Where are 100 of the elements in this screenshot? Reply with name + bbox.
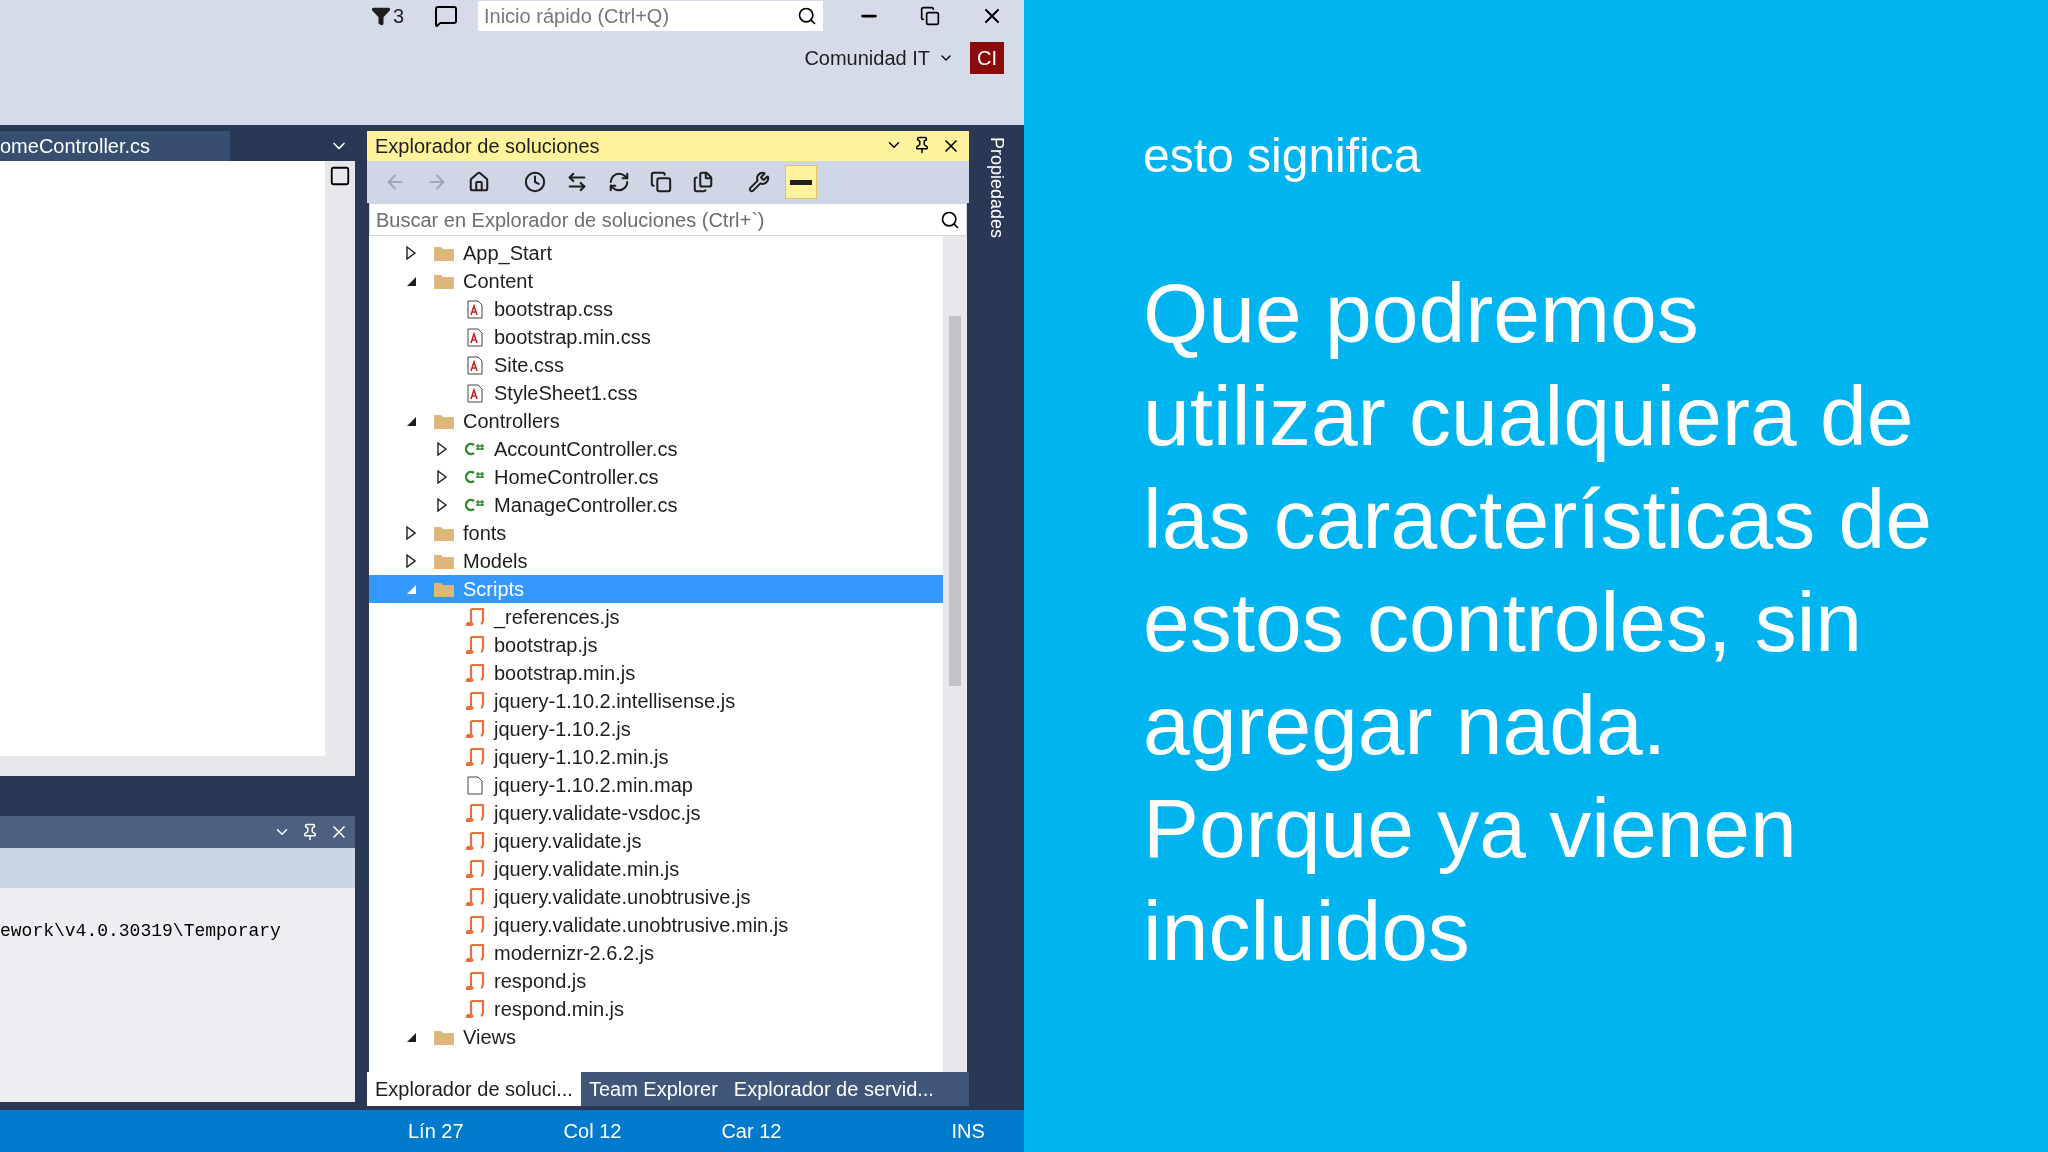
caption-line: Porque ya vienen xyxy=(1143,780,1798,877)
expand-triangle-icon[interactable] xyxy=(406,554,416,568)
tree-item[interactable]: bootstrap.js xyxy=(369,631,943,659)
item-label: _references.js xyxy=(494,605,620,631)
swap-arrows-icon xyxy=(566,171,588,193)
item-label: jquery.validate.min.js xyxy=(494,857,680,882)
status-text: Car 12 xyxy=(721,1119,782,1144)
item-label: jquery-1.10.2.intellisense.js xyxy=(494,689,736,714)
panel-tab[interactable]: Explorador de servid... xyxy=(725,1072,942,1106)
tree-item[interactable]: jquery-1.10.2.min.map xyxy=(369,771,943,799)
tree-item[interactable]: App_Start xyxy=(369,239,943,267)
tree-item[interactable]: jquery.validate.unobtrusive.min.js xyxy=(369,911,943,939)
tree-item[interactable]: Controllers xyxy=(369,407,943,435)
notification-count: 3 xyxy=(392,4,404,29)
tree-item[interactable]: jquery-1.10.2.intellisense.js xyxy=(369,687,943,715)
tree-item[interactable]: Content xyxy=(369,267,943,295)
editor-tab[interactable]: omeController.cs xyxy=(0,131,230,161)
filter-icon[interactable] xyxy=(370,6,391,26)
tree-item[interactable]: bootstrap.css xyxy=(369,295,943,323)
item-label: AccountController.cs xyxy=(494,437,678,462)
tree-item[interactable]: jquery.validate.min.js xyxy=(369,855,943,883)
panel-title: Explorador de soluciones xyxy=(375,134,600,159)
csharp-icon xyxy=(465,498,485,512)
feedback-icon[interactable] xyxy=(434,4,458,28)
tree-item[interactable]: StyleSheet1.css xyxy=(369,379,943,407)
expand-triangle-icon[interactable] xyxy=(437,442,447,456)
folder-icon xyxy=(433,524,455,542)
pin-icon[interactable] xyxy=(913,136,931,154)
stacked-windows-icon xyxy=(650,171,672,193)
tree-item[interactable]: jquery.validate.unobtrusive.js xyxy=(369,883,943,911)
script-icon xyxy=(465,663,485,683)
pin-icon[interactable] xyxy=(301,823,319,841)
script-icon xyxy=(465,915,485,935)
search-icon[interactable] xyxy=(797,6,817,26)
account-avatar[interactable]: CI xyxy=(970,42,1004,74)
tree-item[interactable]: bootstrap.min.js xyxy=(369,659,943,687)
account-name[interactable]: Comunidad IT xyxy=(804,43,930,73)
expand-triangle-icon[interactable] xyxy=(437,498,447,512)
panel-tab[interactable]: Explorador de soluci... xyxy=(367,1072,581,1106)
folder-icon xyxy=(433,244,455,262)
tree-item[interactable]: Views xyxy=(369,1023,943,1051)
folder-icon xyxy=(433,1028,455,1046)
item-label: App_Start xyxy=(463,241,552,267)
item-label: bootstrap.min.css xyxy=(494,325,651,350)
item-label: StyleSheet1.css xyxy=(494,381,638,406)
collapse-triangle-icon[interactable] xyxy=(405,275,417,287)
expand-triangle-icon[interactable] xyxy=(437,470,447,484)
collapse-triangle-icon[interactable] xyxy=(405,415,417,427)
item-label: bootstrap.css xyxy=(494,297,613,322)
tree-item[interactable]: AccountController.cs xyxy=(369,435,943,463)
folder-icon xyxy=(433,272,455,290)
tree-item[interactable]: respond.js xyxy=(369,967,943,995)
script-icon xyxy=(465,971,485,991)
tree-item[interactable]: fonts xyxy=(369,519,943,547)
stylesheet-icon xyxy=(467,299,483,319)
tree-item[interactable]: jquery-1.10.2.js xyxy=(369,715,943,743)
expand-triangle-icon[interactable] xyxy=(406,526,416,540)
item-label: Scripts xyxy=(463,577,525,602)
script-icon xyxy=(465,887,485,907)
tree-item[interactable]: respond.min.js xyxy=(369,995,943,1023)
tree-item[interactable]: jquery.validate.js xyxy=(369,827,943,855)
caption-line: utilizar cualquiera de xyxy=(1143,368,1915,465)
tree-item[interactable]: ManageController.cs xyxy=(369,491,943,519)
item-label: ManageController.cs xyxy=(494,493,678,518)
dash-button[interactable] xyxy=(785,165,817,199)
caption-line: las características de xyxy=(1143,471,1933,568)
script-icon xyxy=(465,747,485,767)
tree-item[interactable]: Models xyxy=(369,547,943,575)
caption-line: Que podremos xyxy=(1143,265,1700,362)
dash-icon xyxy=(790,179,812,185)
item-label: jquery-1.10.2.min.map xyxy=(494,773,693,798)
search-icon[interactable] xyxy=(940,209,960,230)
item-label: Site.css xyxy=(494,353,565,378)
tree-item[interactable]: Site.css xyxy=(369,351,943,379)
item-label: jquery-1.10.2.min.js xyxy=(494,745,669,770)
script-icon xyxy=(465,691,485,711)
item-label: respond.js xyxy=(494,969,587,994)
stylesheet-icon xyxy=(467,327,483,347)
status-text: Col 12 xyxy=(563,1119,622,1144)
expand-triangle-icon[interactable] xyxy=(406,246,416,260)
tree-item[interactable]: jquery-1.10.2.min.js xyxy=(369,743,943,771)
tree-item[interactable]: jquery.validate-vsdoc.js xyxy=(369,799,943,827)
restore-icon[interactable] xyxy=(920,6,940,26)
properties-side-tab[interactable]: Propiedades xyxy=(983,137,1010,239)
search-field[interactable]: Buscar en Explorador de soluciones (Ctrl+`) xyxy=(369,203,967,236)
script-icon xyxy=(465,803,485,823)
item-label: HomeController.cs xyxy=(494,465,659,490)
scrollbar-thumb[interactable] xyxy=(949,316,961,686)
tree-item[interactable]: _references.js xyxy=(369,603,943,631)
tree-item[interactable]: bootstrap.min.css xyxy=(369,323,943,351)
tree-item[interactable]: modernizr-2.6.2.js xyxy=(369,939,943,967)
panel-tab[interactable]: Team Explorer xyxy=(580,1072,726,1106)
collapse-triangle-icon[interactable] xyxy=(405,1031,417,1043)
script-icon xyxy=(465,635,485,655)
item-label: bootstrap.min.js xyxy=(494,661,636,686)
refresh-icon xyxy=(608,171,630,193)
quick-launch-field[interactable]: Inicio rápido (Ctrl+Q) xyxy=(478,1,823,31)
caption-line: agregar nada. xyxy=(1143,677,1668,774)
item-label: jquery.validate-vsdoc.js xyxy=(494,801,701,826)
tree-item[interactable]: HomeController.cs xyxy=(369,463,943,491)
